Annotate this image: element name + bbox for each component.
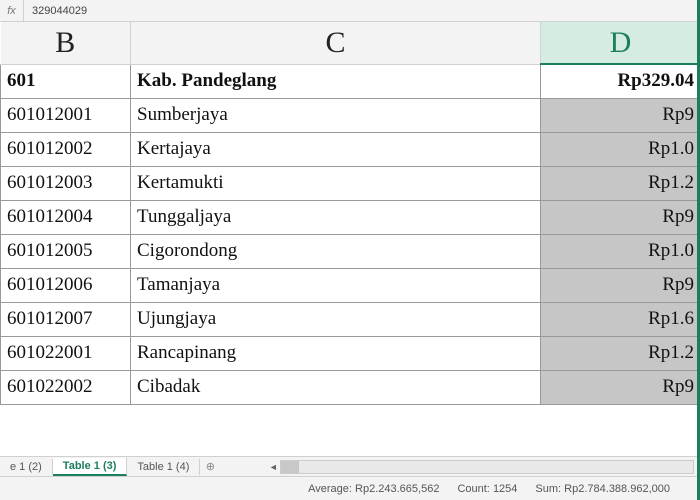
cell-name[interactable]: Kertajaya	[131, 132, 541, 166]
cell-amount[interactable]: Rp1.2	[541, 166, 700, 200]
cell-amount[interactable]: Rp9	[541, 200, 700, 234]
cell-name[interactable]: Sumberjaya	[131, 98, 541, 132]
cell-code[interactable]: 601022001	[1, 336, 131, 370]
scroll-thumb[interactable]	[281, 461, 299, 473]
status-average: Average: Rp2.243.665,562	[308, 483, 439, 495]
table-row[interactable]: 601012006 Tamanjaya Rp9	[1, 268, 700, 302]
sheet-tab[interactable]: Table 1 (4)	[127, 459, 200, 475]
horizontal-scrollbar[interactable]: ◄ ►	[280, 460, 694, 474]
cell-code[interactable]: 601022002	[1, 370, 131, 404]
cell-amount[interactable]: Rp9	[541, 268, 700, 302]
add-sheet-button[interactable]: ⊕	[200, 460, 220, 473]
formula-bar: fx 329044029	[0, 0, 700, 22]
table-row[interactable]: 601012003 Kertamukti Rp1.2	[1, 166, 700, 200]
cell-amount[interactable]: Rp1.2	[541, 336, 700, 370]
table-row[interactable]: 601012002 Kertajaya Rp1.0	[1, 132, 700, 166]
cell-name[interactable]: Ujungjaya	[131, 302, 541, 336]
cell-name[interactable]: Kertamukti	[131, 166, 541, 200]
region-code[interactable]: 601	[1, 64, 131, 98]
region-amount[interactable]: Rp329.04	[541, 64, 700, 98]
status-bar: Average: Rp2.243.665,562 Count: 1254 Sum…	[0, 476, 700, 500]
table-row[interactable]: 601012005 Cigorondong Rp1.0	[1, 234, 700, 268]
formula-value[interactable]: 329044029	[24, 5, 87, 17]
cell-name[interactable]: Cigorondong	[131, 234, 541, 268]
sheet-tab[interactable]: e 1 (2)	[0, 459, 53, 475]
cell-name[interactable]: Rancapinang	[131, 336, 541, 370]
cell-amount[interactable]: Rp9	[541, 98, 700, 132]
cell-code[interactable]: 601012007	[1, 302, 131, 336]
table-row[interactable]: 601022001 Rancapinang Rp1.2	[1, 336, 700, 370]
cell-code[interactable]: 601012003	[1, 166, 131, 200]
spreadsheet-grid[interactable]: B C D 601 Kab. Pandeglang Rp329.04 60101…	[0, 22, 700, 456]
status-sum-label: Sum:	[535, 483, 561, 495]
col-header-b[interactable]: B	[1, 22, 131, 64]
status-sum: Sum: Rp2.784.388.962,000	[535, 483, 670, 495]
region-name[interactable]: Kab. Pandeglang	[131, 64, 541, 98]
cell-code[interactable]: 601012005	[1, 234, 131, 268]
scroll-left-icon[interactable]: ◄	[266, 461, 280, 473]
status-sum-value: Rp2.784.388.962,000	[564, 483, 670, 495]
sheet-tab-strip: e 1 (2) Table 1 (3) Table 1 (4) ⊕ ◄ ►	[0, 456, 700, 476]
column-header-row: B C D	[1, 22, 700, 64]
sheet-table: B C D 601 Kab. Pandeglang Rp329.04 60101…	[0, 22, 700, 405]
cell-code[interactable]: 601012006	[1, 268, 131, 302]
col-header-c[interactable]: C	[131, 22, 541, 64]
status-count-label: Count:	[457, 483, 489, 495]
table-row[interactable]: 601012004 Tunggaljaya Rp9	[1, 200, 700, 234]
status-count-value: 1254	[493, 483, 517, 495]
table-row[interactable]: 601012007 Ujungjaya Rp1.6	[1, 302, 700, 336]
cell-name[interactable]: Tunggaljaya	[131, 200, 541, 234]
cell-amount[interactable]: Rp1.0	[541, 132, 700, 166]
cell-amount[interactable]: Rp1.6	[541, 302, 700, 336]
cell-code[interactable]: 601012001	[1, 98, 131, 132]
status-average-value: Rp2.243.665,562	[355, 483, 439, 495]
region-header-row[interactable]: 601 Kab. Pandeglang Rp329.04	[1, 64, 700, 98]
cell-code[interactable]: 601012004	[1, 200, 131, 234]
cell-code[interactable]: 601012002	[1, 132, 131, 166]
fx-label: fx	[0, 0, 24, 21]
status-average-label: Average:	[308, 483, 352, 495]
cell-name[interactable]: Tamanjaya	[131, 268, 541, 302]
col-header-d[interactable]: D	[541, 22, 700, 64]
sheet-tab[interactable]: Table 1 (3)	[53, 458, 128, 476]
cell-name[interactable]: Cibadak	[131, 370, 541, 404]
cell-amount[interactable]: Rp1.0	[541, 234, 700, 268]
cell-amount[interactable]: Rp9	[541, 370, 700, 404]
table-row[interactable]: 601022002 Cibadak Rp9	[1, 370, 700, 404]
table-row[interactable]: 601012001 Sumberjaya Rp9	[1, 98, 700, 132]
status-count: Count: 1254	[457, 483, 517, 495]
